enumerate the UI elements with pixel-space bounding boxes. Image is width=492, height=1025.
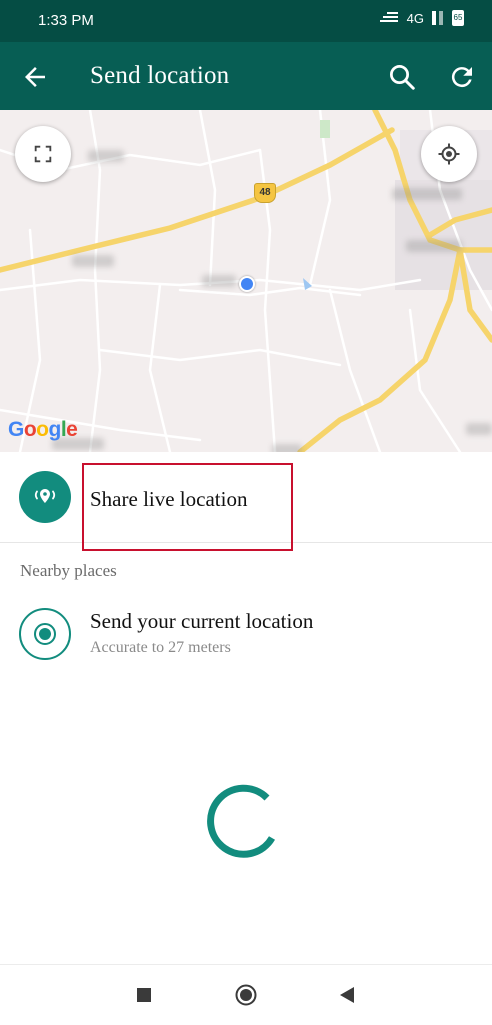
- send-current-location-row[interactable]: Send your current location Accurate to 2…: [0, 580, 492, 670]
- nearby-places-header: Nearby places: [20, 561, 117, 580]
- map-place-label: [406, 240, 462, 252]
- fullscreen-icon: [34, 145, 52, 163]
- map-place-label: [466, 423, 492, 435]
- location-accuracy-text: Accurate to 27 meters: [90, 639, 231, 656]
- radio-target-icon: [34, 623, 56, 645]
- network-type: 4G: [406, 10, 424, 26]
- highway-number: 48: [259, 187, 271, 198]
- system-navigation-bar: [0, 964, 492, 1025]
- highway-shield: 48: [254, 183, 276, 203]
- map-place-label: [88, 150, 124, 162]
- system-back-button[interactable]: [338, 986, 356, 1004]
- highlight-annotation-box: [82, 463, 293, 551]
- wifi-signal-icon: [379, 12, 398, 22]
- page-title: Send location: [90, 62, 230, 89]
- send-current-location-title: Send your current location: [90, 609, 314, 633]
- current-location-dot: [239, 276, 255, 292]
- cell-signal-icon: [432, 11, 443, 25]
- status-time: 1:33 PM: [38, 12, 94, 29]
- map-view[interactable]: 48 Google: [0, 110, 492, 452]
- fullscreen-button[interactable]: [15, 126, 71, 182]
- my-location-icon: [438, 143, 460, 165]
- map-place-label: [392, 188, 462, 200]
- google-logo: Google: [8, 418, 78, 441]
- app-bar: Send location: [0, 42, 492, 110]
- loading-spinner-icon: [207, 784, 276, 858]
- search-icon[interactable]: [387, 62, 417, 92]
- refresh-icon[interactable]: [447, 62, 477, 92]
- my-location-button[interactable]: [421, 126, 477, 182]
- live-location-badge: [19, 471, 71, 523]
- battery-icon: 65: [452, 10, 464, 26]
- map-place-label: [202, 275, 236, 287]
- map-place-label: [72, 255, 114, 267]
- home-button[interactable]: [235, 984, 257, 1006]
- live-location-icon: [34, 489, 56, 503]
- back-arrow-icon[interactable]: [20, 62, 50, 92]
- status-bar: 1:33 PM 4G 65: [0, 0, 492, 42]
- map-place-label: [272, 444, 302, 452]
- share-live-location-row[interactable]: Share live location: [0, 452, 492, 551]
- status-icons: 4G 65: [379, 10, 464, 26]
- current-location-badge: [19, 608, 71, 660]
- recents-button[interactable]: [137, 988, 151, 1002]
- battery-level: 65: [453, 13, 463, 22]
